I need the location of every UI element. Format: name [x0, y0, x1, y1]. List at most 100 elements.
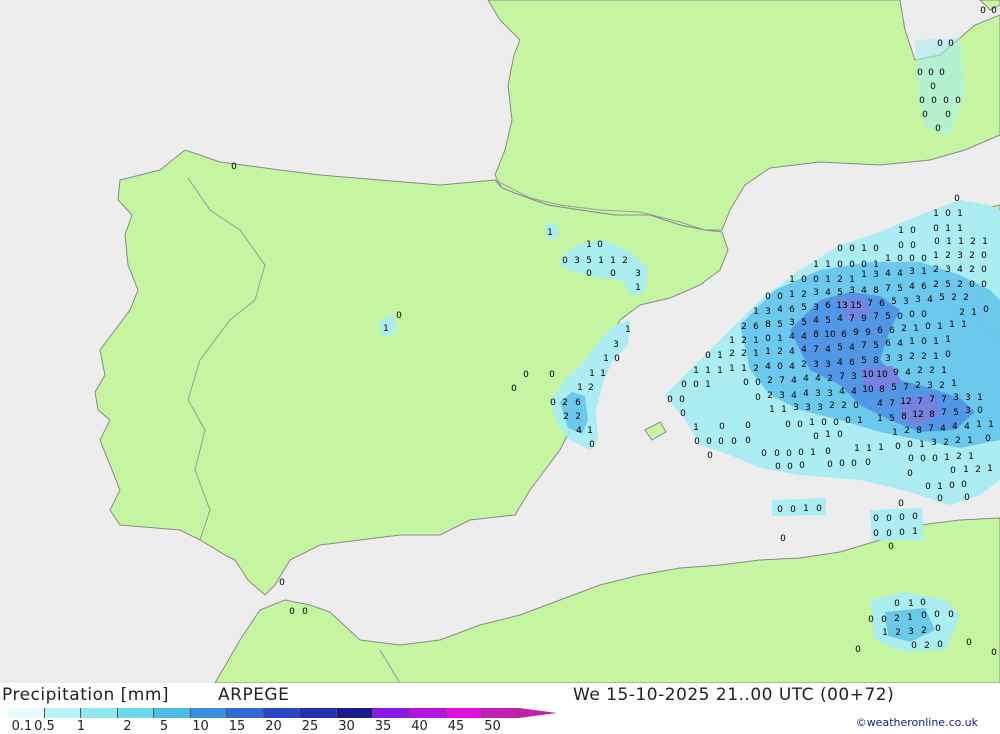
precip-value: 2 [915, 381, 921, 391]
precip-value: 3 [813, 360, 819, 370]
precip-value: 1 [968, 452, 974, 462]
precip-value: 1 [945, 224, 951, 234]
precip-value: 3 [953, 393, 959, 403]
precip-value: 8 [813, 330, 819, 340]
precip-value: 2 [563, 412, 569, 422]
precip-value: 8 [901, 412, 907, 422]
scale-swatch [190, 708, 227, 718]
precip-value: 0 [898, 499, 904, 509]
precip-value: 1 [803, 504, 809, 514]
precip-value: 0 [777, 362, 783, 372]
precip-value: 0 [909, 254, 915, 264]
precip-value: 0 [825, 447, 831, 457]
precip-value: 1 [705, 380, 711, 390]
precip-value: 0 [939, 68, 945, 78]
precip-value: 1 [988, 420, 994, 430]
precip-value: 12 [912, 410, 923, 420]
precip-value: 3 [965, 393, 971, 403]
precip-value: 0 [610, 269, 616, 279]
precip-value: 2 [827, 374, 833, 384]
precip-value: 1 [810, 448, 816, 458]
precip-value: 0 [865, 458, 871, 468]
precip-value: 4 [803, 374, 809, 384]
precip-value: 7 [849, 314, 855, 324]
precip-value: 3 [827, 389, 833, 399]
precip-value: 0 [934, 610, 940, 620]
precip-value: 7 [941, 408, 947, 418]
precip-value: 1 [907, 613, 913, 623]
precip-value: 0 [693, 380, 699, 390]
scale-label: 50 [484, 719, 501, 734]
precip-value: 10 [862, 385, 874, 395]
precip-value: 3 [909, 267, 915, 277]
precip-value: 0 [589, 440, 595, 450]
precip-value: 0 [761, 449, 767, 459]
precip-value: 3 [915, 295, 921, 305]
precip-value: 0 [920, 598, 926, 608]
precip-value: 0 [765, 292, 771, 302]
precip-value: 3 [779, 391, 785, 401]
precip-value: 1 [976, 420, 982, 430]
precip-value: 2 [801, 360, 807, 370]
precip-value: 7 [917, 397, 923, 407]
precip-value: 1 [753, 349, 759, 359]
precip-value: 0 [950, 466, 956, 476]
precip-value: 8 [873, 286, 879, 296]
precip-value: 1 [921, 267, 927, 277]
precip-value: 5 [889, 414, 895, 424]
precip-value: 0 [396, 311, 402, 321]
scale-swatch [154, 708, 191, 718]
precip-value: 0 [289, 607, 295, 617]
precip-value: 9 [893, 368, 899, 378]
precip-value: 3 [908, 627, 914, 637]
precip-value: 0 [731, 437, 737, 447]
scale-label: 25 [301, 719, 319, 734]
precip-value: 4 [825, 345, 831, 355]
precip-value: 0 [930, 82, 936, 92]
precip-value: 3 [885, 354, 891, 364]
precip-value: 1 [937, 322, 943, 332]
precip-value: 0 [816, 504, 822, 514]
precip-value: 5 [586, 256, 592, 266]
precip-value: 0 [943, 96, 949, 106]
precip-value: 0 [780, 534, 786, 544]
precip-value: 7 [941, 395, 947, 405]
precip-value: 1 [873, 260, 879, 270]
precip-value: 2 [909, 352, 915, 362]
precip-value: 1 [967, 436, 973, 446]
precip-value: 0 [912, 512, 918, 522]
precip-value: 0 [745, 421, 751, 431]
precip-value: 0 [964, 493, 970, 503]
precip-value: 0 [839, 459, 845, 469]
precip-value: 0 [925, 482, 931, 492]
precip-value: 4 [803, 389, 809, 399]
precip-value: 0 [991, 6, 997, 16]
precip-value: 0 [888, 542, 894, 552]
precip-value: 1 [587, 426, 593, 436]
precip-value: 2 [933, 265, 939, 275]
precip-value: 4 [789, 362, 795, 372]
precip-value: 5 [891, 383, 897, 393]
precip-value: 3 [765, 307, 771, 317]
scale-label: 10 [192, 719, 209, 734]
precip-value: 0 [681, 380, 687, 390]
precip-value: 1 [586, 240, 592, 250]
precip-value: 0 [909, 310, 915, 320]
scale-swatch [482, 708, 519, 718]
precip-value: 4 [777, 305, 783, 315]
precip-value: 1 [769, 405, 775, 415]
precip-value: 0 [921, 254, 927, 264]
precip-value: 2 [767, 391, 773, 401]
credit-link[interactable]: ©weatheronline.co.uk [856, 716, 978, 729]
precip-value: 2 [588, 383, 594, 393]
precip-value: 0 [706, 437, 712, 447]
precip-value: 0 [855, 645, 861, 655]
precip-value: 1 [878, 443, 884, 453]
precip-value: 4 [837, 358, 843, 368]
precip-value: 0 [932, 454, 938, 464]
precip-value: 1 [813, 260, 819, 270]
precip-value: 0 [921, 337, 927, 347]
precip-value: 1 [857, 416, 863, 426]
precip-value: 0 [981, 251, 987, 261]
precip-value: 1 [982, 237, 988, 247]
